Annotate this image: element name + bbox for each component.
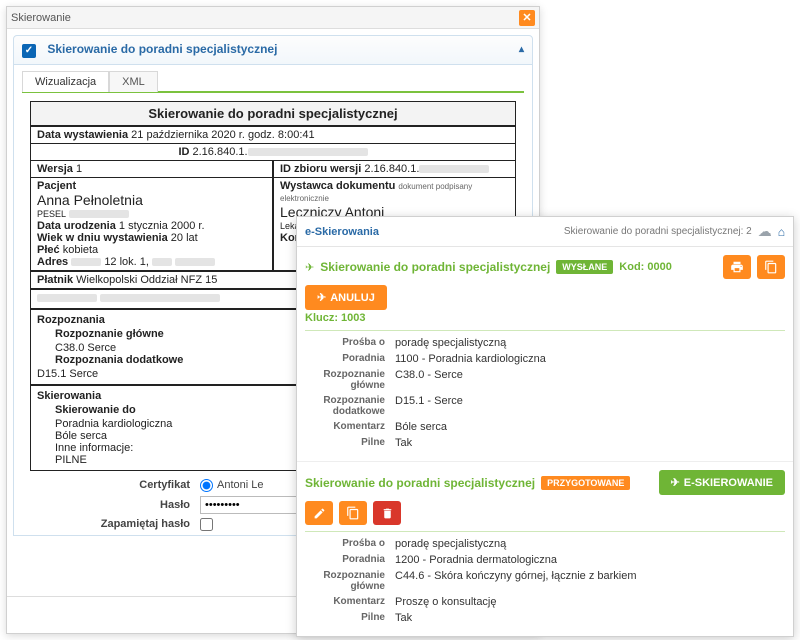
trash-icon[interactable] <box>373 501 401 525</box>
edit-icon[interactable] <box>305 501 333 525</box>
status-badge: WYSŁANE <box>556 260 613 274</box>
checkbox-icon[interactable]: ✓ <box>22 44 36 58</box>
home-icon[interactable]: ⌂ <box>778 225 785 239</box>
dialog-title: Skierowanie <box>11 12 71 24</box>
tab-visualization[interactable]: Wizualizacja <box>22 71 109 92</box>
doc-heading: Skierowanie do poradni specjalistycznej <box>31 102 515 127</box>
close-icon[interactable]: ✕ <box>519 10 535 26</box>
status-badge: PRZYGOTOWANE <box>541 476 630 490</box>
send-icon: ✈ <box>671 476 680 489</box>
dialog-titlebar: Skierowanie ✕ <box>7 7 539 29</box>
send-icon: ✈ <box>317 291 326 304</box>
referral-item-2: Skierowanie do poradni specjalistycznej … <box>297 461 793 636</box>
referral-count: Skierowanie do poradni specjalistycznej:… <box>564 226 752 237</box>
panel-title: Skierowanie do poradni specjalistycznej <box>47 42 277 56</box>
chevron-up-icon[interactable]: ▴ <box>519 44 524 55</box>
remember-checkbox[interactable] <box>200 518 213 531</box>
panel-title: e-Skierowania <box>305 226 379 238</box>
copy-icon[interactable] <box>339 501 367 525</box>
e-skierowania-panel: e-Skierowania Skierowanie do poradni spe… <box>296 216 794 637</box>
referral-item-1: ✈ Skierowanie do poradni specjalistyczne… <box>297 247 793 461</box>
anuluj-button[interactable]: ✈ANULUJ <box>305 285 387 310</box>
cloud-icon[interactable]: ☁ <box>758 223 772 240</box>
panel-header[interactable]: ✓ Skierowanie do poradni specjalistyczne… <box>13 35 533 65</box>
tab-xml[interactable]: XML <box>109 71 158 92</box>
panel-titlebar: e-Skierowania Skierowanie do poradni spe… <box>297 217 793 247</box>
copy-icon[interactable] <box>757 255 785 279</box>
password-field[interactable] <box>200 496 300 514</box>
print-icon[interactable] <box>723 255 751 279</box>
e-skierowanie-button[interactable]: ✈E-SKIEROWANIE <box>659 470 785 495</box>
cert-radio[interactable] <box>200 479 213 492</box>
send-icon: ✈ <box>305 261 314 274</box>
